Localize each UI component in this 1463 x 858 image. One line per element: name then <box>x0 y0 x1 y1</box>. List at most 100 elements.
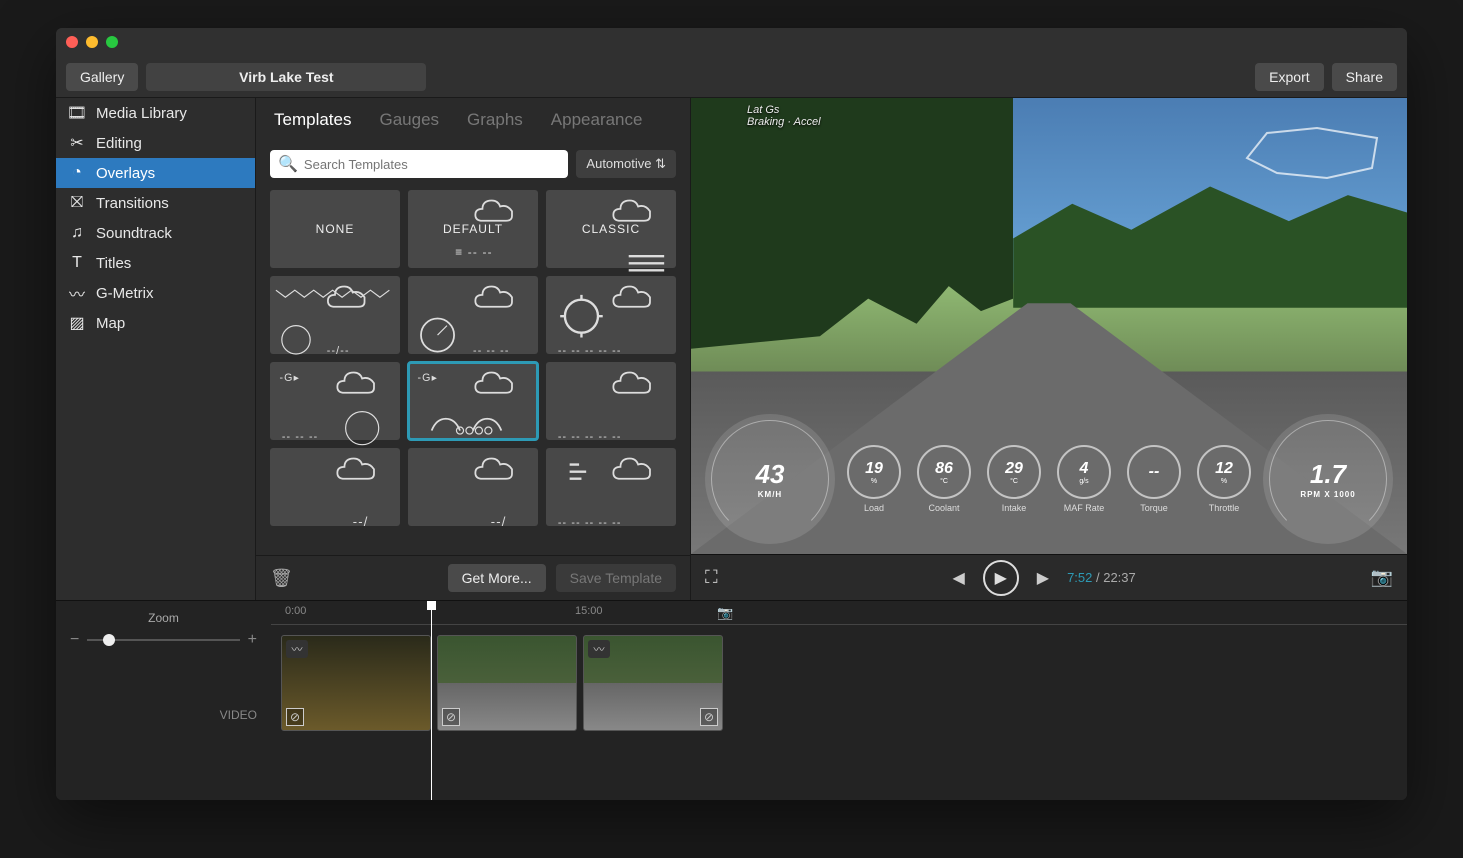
gmetrix-badge-icon: 〰 <box>286 640 308 658</box>
overlay-tabs: Templates Gauges Graphs Appearance <box>256 98 690 138</box>
template-tile[interactable]: --/ <box>408 448 538 526</box>
template-tile[interactable]: -G▸ <box>408 362 538 440</box>
fullscreen-icon[interactable]: ⛶ <box>705 567 718 588</box>
play-button[interactable]: ▶ <box>983 560 1019 596</box>
playback-time: 7:52 / 22:37 <box>1067 570 1136 585</box>
overlays-panel: Templates Gauges Graphs Appearance 🔍 Automo… <box>256 98 691 600</box>
timeline: Zoom − + VIDEO 0:00 15:00 📷 〰 ⊘ ⊘ <box>56 600 1407 800</box>
zoom-out-button[interactable]: − <box>70 631 79 649</box>
transition-in-icon[interactable]: ⊘ <box>442 708 460 726</box>
zoom-slider[interactable] <box>87 639 239 641</box>
svg-text:-- -- -- -- --: -- -- -- -- -- <box>558 517 622 529</box>
get-more-button[interactable]: Get More... <box>448 564 546 592</box>
svg-text:-- -- -- -- --: -- -- -- -- -- <box>558 345 622 357</box>
next-frame-button[interactable]: ▶ <box>1037 568 1049 588</box>
mini-gauge-coolant: 86°CCoolant <box>917 445 971 513</box>
sidebar-item-titles[interactable]: TTitles <box>56 248 255 278</box>
toolbar: Gallery Export Share <box>56 56 1407 98</box>
film-icon: 🎞 <box>68 104 86 122</box>
clip-row: 〰 ⊘ ⊘ 〰 ⊘ <box>281 635 723 731</box>
sidebar-item-soundtrack[interactable]: ♫Soundtrack <box>56 218 255 248</box>
mini-gauge-torque: --Torque <box>1127 445 1181 513</box>
template-tile[interactable]: --/-- <box>270 276 400 354</box>
square-x-icon: ⛝ <box>68 194 86 212</box>
close-icon[interactable] <box>66 36 78 48</box>
minimize-icon[interactable] <box>86 36 98 48</box>
clip[interactable]: 〰 ⊘ <box>281 635 431 731</box>
mini-gauge-throttle: 12%Throttle <box>1197 445 1251 513</box>
clip[interactable]: 〰 ⊘ <box>583 635 723 731</box>
main-area: 🎞Media Library✂Editing◔Overlays⛝Transiti… <box>56 98 1407 600</box>
template-tile[interactable]: -- -- -- <box>408 276 538 354</box>
prev-frame-button[interactable]: ◀ <box>952 568 964 588</box>
track-outline-overlay <box>1237 118 1387 188</box>
sidebar-item-overlays[interactable]: ◔Overlays <box>56 158 255 188</box>
search-templates-field[interactable]: 🔍 <box>270 150 568 178</box>
project-title-input[interactable] <box>146 63 426 91</box>
zoom-controls: Zoom − + VIDEO <box>56 601 271 800</box>
zoom-icon[interactable] <box>106 36 118 48</box>
tab-templates[interactable]: Templates <box>274 110 351 138</box>
timeline-track-area[interactable]: 0:00 15:00 📷 〰 ⊘ ⊘ 〰 ⊘ <box>271 601 1407 800</box>
sidebar-item-media-library[interactable]: 🎞Media Library <box>56 98 255 128</box>
tab-appearance[interactable]: Appearance <box>551 110 643 138</box>
template-tile[interactable]: NONE <box>270 190 400 268</box>
traffic-lights <box>66 36 118 48</box>
gallery-button[interactable]: Gallery <box>66 63 138 91</box>
playhead[interactable] <box>431 601 432 800</box>
svg-text:--/--: --/-- <box>327 345 350 357</box>
template-tile[interactable]: --/ <box>270 448 400 526</box>
template-tile[interactable]: CLASSIC <box>546 190 676 268</box>
trash-icon[interactable]: 🗑 <box>270 568 293 589</box>
export-button[interactable]: Export <box>1255 63 1323 91</box>
svg-text:-- -- --: -- -- -- <box>282 431 319 443</box>
speed-gauge: 43 KM/H <box>705 414 835 544</box>
svg-text:--/: --/ <box>353 514 369 529</box>
svg-text:-- -- -- -- --: -- -- -- -- -- <box>558 431 622 443</box>
svg-text:--/: --/ <box>491 514 507 529</box>
mini-gauge-maf-rate: 4g/sMAF Rate <box>1057 445 1111 513</box>
snapshot-icon[interactable]: 📷 <box>1371 567 1393 588</box>
zoom-in-button[interactable]: + <box>248 631 257 649</box>
playback-controls: ⛶ ◀ ▶ ▶ 7:52 / 22:37 📷 <box>691 554 1407 600</box>
category-filter[interactable]: Automotive ⇅ <box>576 150 676 178</box>
transition-out-icon[interactable]: ⊘ <box>700 708 718 726</box>
sidebar-item-map[interactable]: ▨Map <box>56 308 255 338</box>
gauge-icon: ◔ <box>68 164 86 182</box>
template-tile[interactable]: -G▸-- -- -- <box>270 362 400 440</box>
text-icon: T <box>68 254 86 272</box>
music-icon: ♫ <box>68 224 86 242</box>
video-track-label: VIDEO <box>70 708 257 790</box>
clip[interactable]: ⊘ <box>437 635 577 731</box>
gauge-overlay-row: 43 KM/H 19%Load 86°CCoolant 29°CIntake 4g/s… <box>691 414 1407 544</box>
rpm-gauge: 1.7 RPM X 1000 <box>1263 414 1393 544</box>
transition-in-icon[interactable]: ⊘ <box>286 708 304 726</box>
template-grid: NONE≡ -- --DEFAULTCLASSIC --/-- -- -- -- --… <box>256 190 690 555</box>
share-button[interactable]: Share <box>1332 63 1397 91</box>
sidebar-item-transitions[interactable]: ⛝Transitions <box>56 188 255 218</box>
video-preview[interactable]: Lat Gs Braking · Accel 43 KM/H 19%Load 86… <box>691 98 1407 554</box>
mini-gauge-intake: 29°CIntake <box>987 445 1041 513</box>
lat-gs-overlay: Lat Gs Braking · Accel <box>747 104 821 128</box>
scissors-icon: ✂ <box>68 134 86 152</box>
sidebar: 🎞Media Library✂Editing◔Overlays⛝Transiti… <box>56 98 256 600</box>
template-tile[interactable]: -- -- -- -- -- <box>546 362 676 440</box>
preview-panel: Lat Gs Braking · Accel 43 KM/H 19%Load 86… <box>691 98 1407 600</box>
svg-text:-G▸: -G▸ <box>417 372 438 384</box>
app-window: Gallery Export Share 🎞Media Library✂Edit… <box>56 28 1407 800</box>
sidebar-item-g-metrix[interactable]: 〰G-Metrix <box>56 278 255 308</box>
sidebar-item-editing[interactable]: ✂Editing <box>56 128 255 158</box>
chevron-up-down-icon: ⇅ <box>655 156 666 171</box>
search-input[interactable] <box>304 157 561 172</box>
template-tile[interactable]: ≡ -- --DEFAULT <box>408 190 538 268</box>
template-tile[interactable]: -- -- -- -- -- <box>546 448 676 526</box>
tab-gauges[interactable]: Gauges <box>379 110 439 138</box>
template-tile[interactable]: -- -- -- -- -- <box>546 276 676 354</box>
map-icon: ▨ <box>68 314 86 332</box>
mini-gauge-load: 19%Load <box>847 445 901 513</box>
tab-graphs[interactable]: Graphs <box>467 110 523 138</box>
pulse-icon: 〰 <box>68 284 86 302</box>
timeline-ruler: 0:00 15:00 📷 <box>271 601 1407 625</box>
snapshot-marker-icon: 📷 <box>717 605 733 621</box>
save-template-button[interactable]: Save Template <box>556 564 676 592</box>
